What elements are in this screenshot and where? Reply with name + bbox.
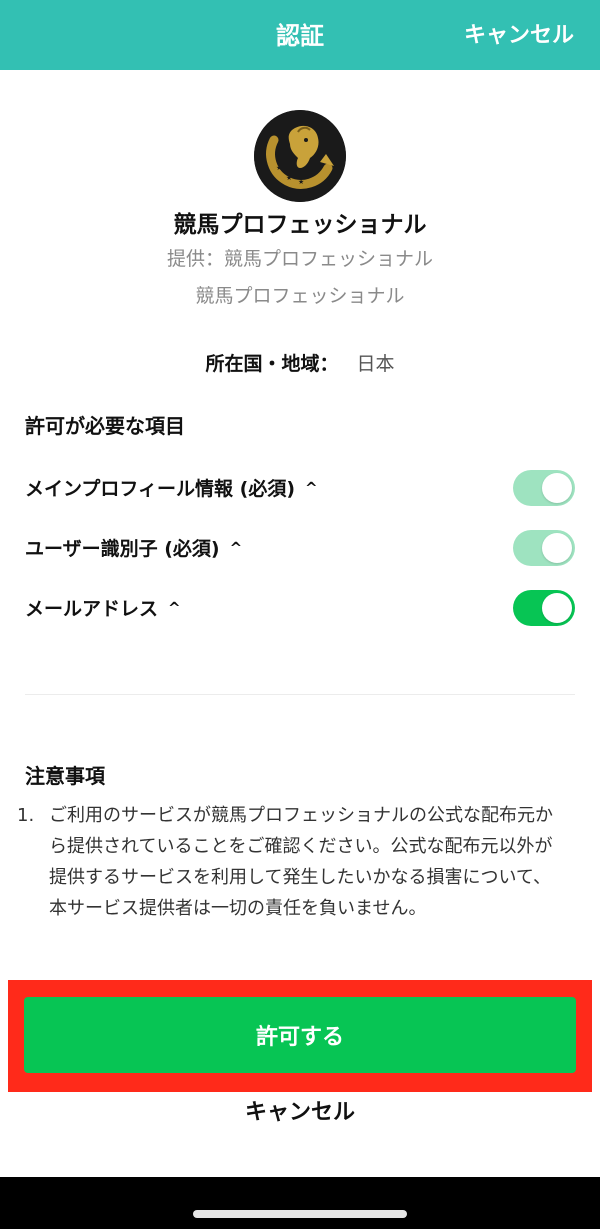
header-cancel-button[interactable]: キャンセル: [464, 20, 574, 52]
permission-label-text: メールアドレス: [25, 598, 159, 620]
svg-text:★: ★: [286, 174, 292, 182]
permission-label-text: メインプロフィール情報 (必須): [25, 478, 296, 500]
chevron-up-icon[interactable]: ^: [305, 474, 318, 502]
country-label: 所在国・地域：: [205, 353, 339, 375]
svg-text:★: ★: [276, 164, 282, 172]
toggle-knob: [542, 473, 572, 503]
country-value: 日本: [356, 353, 395, 375]
permission-label-main-profile[interactable]: メインプロフィール情報 (必須) ^: [25, 474, 318, 503]
permissions-heading: 許可が必要な項目: [25, 414, 185, 438]
provider-text: 提供：競馬プロフェッショナル: [166, 248, 433, 270]
permission-row-email: メールアドレス ^: [25, 588, 575, 628]
notes-heading: 注意事項: [25, 764, 105, 788]
svg-text:★: ★: [298, 178, 304, 186]
permission-label-user-id[interactable]: ユーザー識別子 (必須) ^: [25, 534, 242, 563]
section-divider: [25, 694, 575, 695]
permission-row-main-profile: メインプロフィール情報 (必須) ^: [25, 468, 575, 508]
toggle-knob: [542, 593, 572, 623]
permission-label-email[interactable]: メールアドレス ^: [25, 594, 181, 623]
allow-button[interactable]: 許可する: [24, 997, 576, 1073]
note-text: ご利用のサービスが競馬プロフェッショナルの公式な配布元から提供されていることをご…: [49, 805, 553, 919]
toggle-knob: [542, 533, 572, 563]
permission-row-user-id: ユーザー識別子 (必須) ^: [25, 528, 575, 568]
toggle-user-id[interactable]: [513, 530, 575, 566]
app-logo: ★ ★ ★: [254, 110, 346, 202]
provider-name: 競馬プロフェッショナル: [195, 285, 405, 307]
horse-horseshoe-logo-icon: ★ ★ ★: [254, 110, 346, 202]
header-bar: 認証 キャンセル: [0, 0, 600, 70]
country-region-row: 所在国・地域： 日本: [0, 349, 600, 379]
chevron-up-icon[interactable]: ^: [168, 594, 181, 622]
toggle-email[interactable]: [513, 590, 575, 626]
toggle-main-profile[interactable]: [513, 470, 575, 506]
chevron-up-icon[interactable]: ^: [230, 534, 243, 562]
note-number: 1.: [17, 805, 35, 826]
permission-label-text: ユーザー識別子 (必須): [25, 538, 220, 560]
system-nav-bar: [0, 1177, 600, 1229]
cancel-button[interactable]: キャンセル: [0, 1096, 600, 1130]
home-indicator[interactable]: [193, 1210, 407, 1218]
auth-screen: 認証 キャンセル ★ ★ ★ 競馬プロフェッショナル 提供：競馬プロフェッショナ…: [0, 0, 600, 1229]
app-name: 競馬プロフェッショナル: [173, 212, 427, 238]
